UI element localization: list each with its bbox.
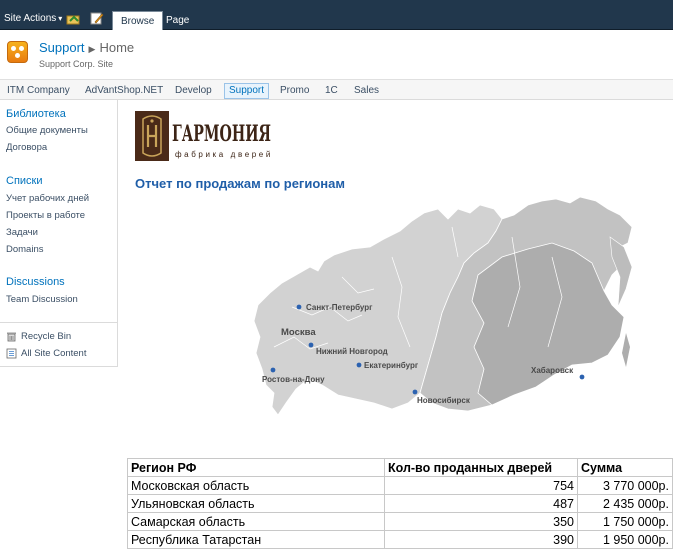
ql-item-domains[interactable]: Domains — [6, 244, 44, 255]
ql-item-tasks[interactable]: Задачи — [6, 227, 38, 238]
cell-quantity: 350 — [384, 512, 578, 531]
chevron-down-icon: ▾ — [58, 14, 63, 23]
ql-header-lists[interactable]: Списки — [6, 175, 43, 187]
top-navigation: ITM Company AdVantShop.NET Develop Suppo… — [0, 79, 673, 100]
tab-browse[interactable]: Browse — [112, 11, 164, 30]
cell-region: Ульяновская область — [127, 494, 385, 513]
map-island-sakhalin — [622, 333, 630, 367]
tab-page[interactable]: Page — [158, 11, 197, 30]
ql-header-discussions[interactable]: Discussions — [6, 276, 65, 288]
title-area: Support ▶ Home Support Corp. Site — [0, 30, 673, 80]
table-row: Московская область 754 3 770 000р. — [127, 476, 673, 495]
cell-quantity: 390 — [384, 530, 578, 549]
city-label-nn: Нижний Новгород — [316, 347, 388, 356]
brand-logo: ГАРМОНИЯ фабрика дверей — [135, 111, 273, 161]
cell-sum: 3 770 000р. — [577, 476, 673, 495]
ql-item-workdays[interactable]: Учет рабочих дней — [6, 193, 89, 204]
col-header-quantity: Кол-во проданных дверей — [384, 458, 578, 477]
cell-region: Московская область — [127, 476, 385, 495]
cell-sum: 1 950 000р. — [577, 530, 673, 549]
city-moscow: Москва — [281, 327, 316, 338]
city-label-moscow: Москва — [281, 327, 316, 338]
cell-region: Республика Татарстан — [127, 530, 385, 549]
cell-region: Самарская область — [127, 512, 385, 531]
report-title: Отчет по продажам по регионам — [135, 176, 345, 191]
brand-name: ГАРМОНИЯ — [172, 121, 271, 147]
ql-item-projects[interactable]: Проекты в работе — [6, 210, 85, 221]
topnav-item-sales[interactable]: Sales — [349, 83, 384, 99]
sales-table: Регион РФ Кол-во проданных дверей Сумма … — [127, 458, 673, 549]
ribbon-bar: Site Actions ▾ Browse Page — [0, 0, 673, 30]
cell-quantity: 487 — [384, 494, 578, 513]
site-actions-menu[interactable]: Site Actions ▾ — [4, 13, 62, 24]
map-svg: Санкт-Петербург Москва Нижний Новгород Р… — [253, 197, 633, 416]
site-title-link[interactable]: Support — [39, 40, 85, 55]
site-description: Support Corp. Site — [39, 59, 114, 69]
col-header-sum: Сумма — [577, 458, 673, 477]
cell-quantity: 754 — [384, 476, 578, 495]
site-logo-icon[interactable] — [7, 41, 28, 63]
topnav-item-1c[interactable]: 1C — [320, 83, 343, 99]
city-label-khab: Хабаровск — [531, 366, 574, 375]
russia-regions-map: Санкт-Петербург Москва Нижний Новгород Р… — [252, 197, 637, 427]
topnav-item-advantshop[interactable]: AdVantShop.NET — [80, 83, 168, 99]
city-label-nsk: Новосибирск — [417, 396, 471, 405]
cell-sum: 1 750 000р. — [577, 512, 673, 531]
topnav-item-support[interactable]: Support — [224, 83, 270, 99]
recycle-bin-link[interactable]: Recycle Bin — [21, 331, 71, 342]
site-actions-label: Site Actions — [4, 13, 57, 24]
table-header-row: Регион РФ Кол-во проданных дверей Сумма — [127, 458, 673, 477]
brand-tagline: фабрика дверей — [175, 150, 273, 159]
all-site-content-icon — [6, 348, 17, 359]
table-row: Ульяновская область 487 2 435 000р. — [127, 494, 673, 513]
navigate-up-icon[interactable] — [66, 12, 80, 25]
topnav-item-itm-company[interactable]: ITM Company — [2, 83, 75, 99]
city-spb: Санкт-Петербург — [296, 303, 373, 312]
ql-header-libraries[interactable]: Библиотека — [6, 108, 66, 120]
page-title: Support ▶ Home — [39, 40, 134, 55]
col-header-region: Регион РФ — [127, 458, 385, 477]
city-ekb: Екатеринбург — [356, 361, 419, 370]
city-label-spb: Санкт-Петербург — [306, 303, 373, 312]
table-row: Самарская область 350 1 750 000р. — [127, 512, 673, 531]
edit-page-icon[interactable] — [90, 12, 104, 25]
ql-item-contracts[interactable]: Договора — [6, 142, 47, 153]
city-label-rostov: Ростов-на-Дону — [262, 375, 325, 384]
topnav-item-promo[interactable]: Promo — [275, 83, 314, 99]
ql-item-team-discussion[interactable]: Team Discussion — [6, 294, 78, 305]
all-site-content-link[interactable]: All Site Content — [21, 348, 86, 359]
breadcrumb-arrow-icon: ▶ — [88, 44, 96, 54]
quick-launch: Библиотека Общие документы Договора Спис… — [0, 100, 118, 367]
recycle-bin-icon — [7, 332, 16, 342]
city-label-ekb: Екатеринбург — [364, 361, 419, 370]
ql-item-shared-documents[interactable]: Общие документы — [6, 125, 88, 136]
table-row: Республика Татарстан 390 1 950 000р. — [127, 530, 673, 549]
cell-sum: 2 435 000р. — [577, 494, 673, 513]
breadcrumb-current: Home — [99, 40, 135, 55]
ql-divider — [0, 322, 118, 323]
topnav-item-develop[interactable]: Develop — [170, 83, 217, 99]
